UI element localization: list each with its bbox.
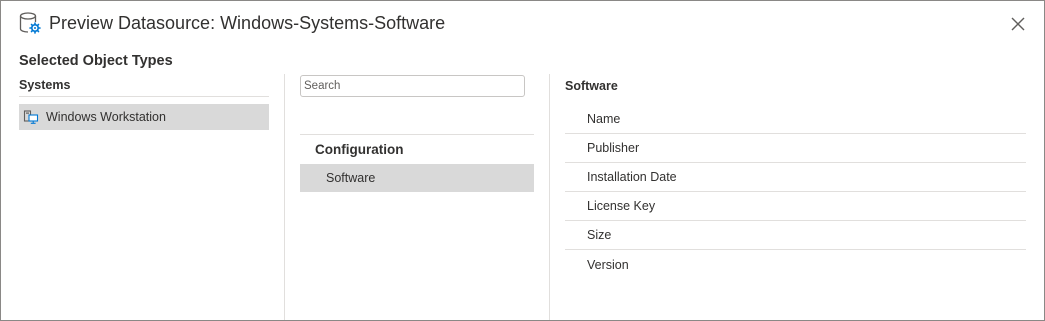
search-input[interactable] [300,75,525,97]
system-item-label: Windows Workstation [46,110,166,124]
field-row-name: Name [565,105,1026,134]
fields-panel: Software Name Publisher Installation Dat… [565,75,1026,320]
field-row-publisher: Publisher [565,134,1026,163]
dialog-title: Preview Datasource: Windows-Systems-Soft… [49,13,446,33]
column-divider [549,74,550,320]
datasource-gear-icon [19,12,41,34]
field-row-license-key: License Key [565,192,1026,221]
preview-datasource-dialog: Preview Datasource: Windows-Systems-Soft… [0,0,1045,321]
field-row-size: Size [565,221,1026,250]
workstation-icon [23,110,39,124]
categories-panel: Configuration Software [300,75,534,320]
field-list: Name Publisher Installation Date License… [565,105,1026,279]
system-item-windows-workstation[interactable]: Windows Workstation [19,104,269,130]
systems-header: Systems [19,75,269,97]
close-icon [1011,17,1025,31]
category-group-configuration: Configuration Software [300,134,534,192]
systems-panel: Systems Windows Workstation [19,75,269,320]
field-row-version: Version [587,257,629,272]
fields-header: Software [565,79,618,93]
close-button[interactable] [1006,12,1030,36]
column-divider [284,74,285,320]
field-row-installation-date: Installation Date [565,163,1026,192]
category-item-software[interactable]: Software [300,164,534,192]
selected-object-types-heading: Selected Object Types [19,53,173,69]
category-header[interactable]: Configuration [300,135,534,164]
